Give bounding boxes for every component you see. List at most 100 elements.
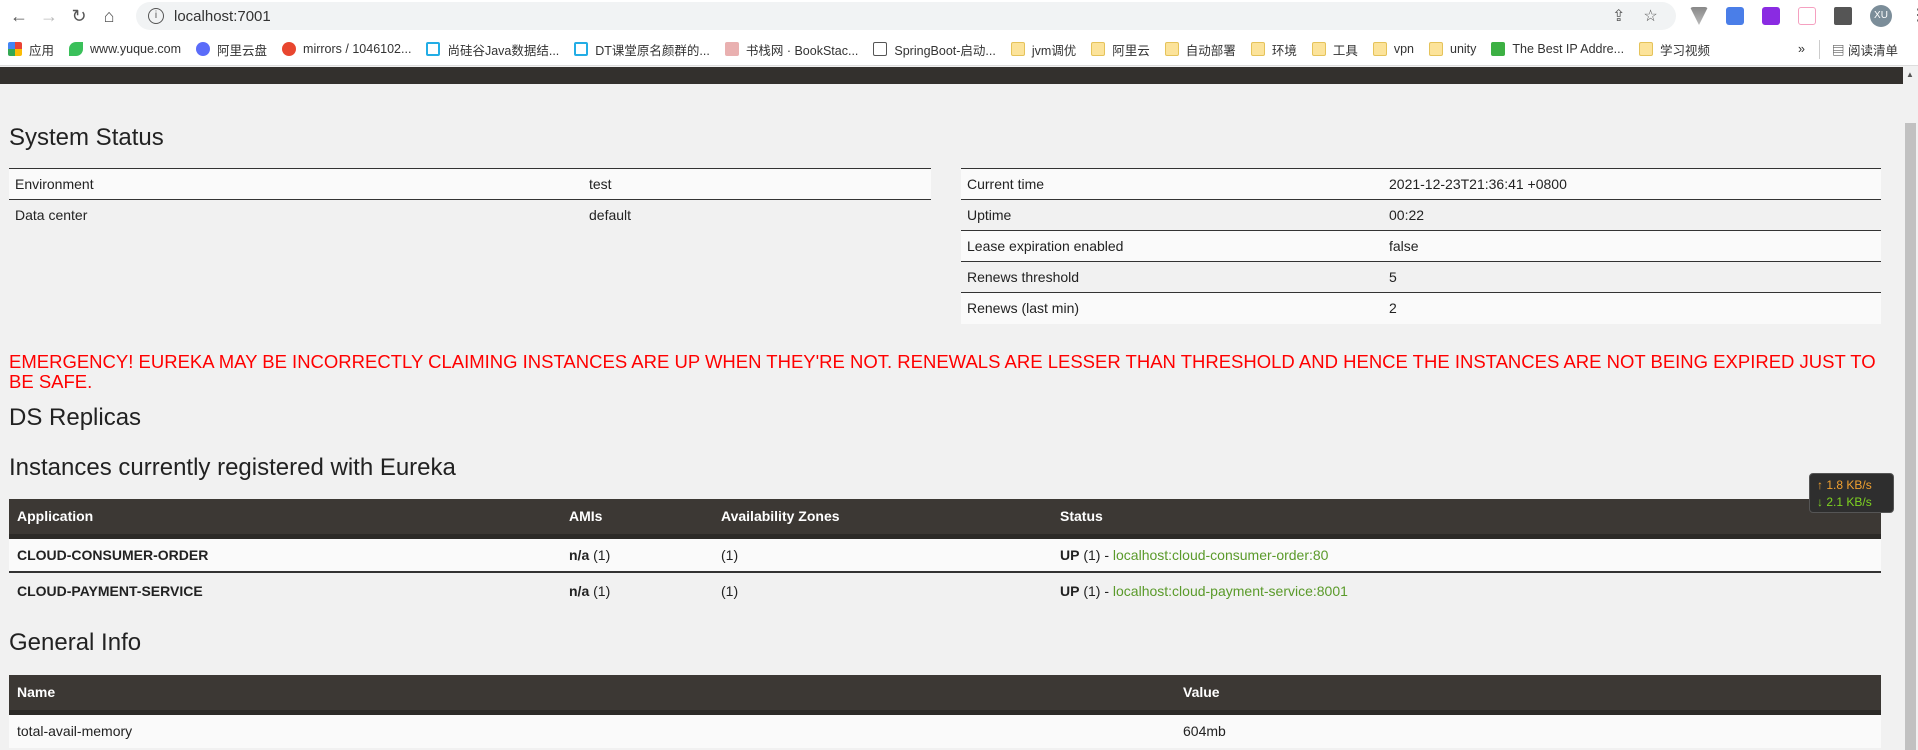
status-value: default [589,207,632,224]
status-value: 00:22 [1389,207,1425,223]
scrollbar-thumb[interactable] [1905,123,1916,750]
system-status-right-table: Current time 2021-12-23T21:36:41 +0800 Upt… [961,168,1881,324]
bookmark-item[interactable]: DT课堂原名颜群的... [574,40,710,59]
bookmark-item[interactable]: vpn [1372,42,1414,56]
reading-list-button[interactable]: ▤ 阅读清单 [1819,39,1898,59]
ds-replicas-title: DS Replicas [9,404,142,431]
star-icon[interactable]: ☆ [1643,6,1657,26]
status-count: (1) - [1083,582,1110,599]
back-icon[interactable]: ← [4,6,34,27]
scroll-up-icon[interactable]: ▲ [1906,70,1914,79]
bookmark-label: DT课堂原名颜群的... [595,43,710,58]
bookmark-item[interactable]: SpringBoot-启动... [873,40,996,59]
status-value: 2021-12-23T21:36:41 +0800 [1389,176,1567,192]
home-icon[interactable]: ⌂ [94,6,124,27]
instance-row: CLOUD-CONSUMER-ORDER n/a (1) (1) UP (1) … [9,536,1881,572]
status-up: UP [1060,582,1080,599]
more-bookmarks-button[interactable]: » [1798,42,1805,56]
status-count: (1) - [1083,546,1110,563]
upload-speed: ↑ 1.8 KB/s [1817,478,1872,492]
page-icon [873,42,888,56]
url-text[interactable]: localhost:7001 [174,8,271,25]
bookmark-item[interactable]: The Best IP Addre... [1491,42,1624,56]
bookmark-label: 学习视频 [1660,43,1711,58]
menu-icon[interactable]: ⋮ [1910,7,1918,25]
bookmark-item[interactable]: www.yuque.com [69,42,181,56]
forward-icon[interactable]: → [34,6,64,27]
address-bar[interactable]: i localhost:7001 [136,2,1676,30]
reload-icon[interactable]: ↻ [64,6,94,27]
status-row: Lease expiration enabled false [961,230,1881,262]
bookmark-item[interactable]: 工具 [1311,40,1358,59]
header-value: Value [1175,675,1881,715]
folder-icon [1250,42,1265,56]
info-value: 604mb [1183,723,1226,740]
bookmark-label: mirrors / 1046102... [303,42,412,56]
bookmark-label: 书栈网 · BookStac... [745,43,859,58]
bookmark-item[interactable]: 尚硅谷Java数据结... [426,40,559,59]
reading-list-label: 阅读清单 [1847,43,1898,58]
bookmark-label: jvm调优 [1031,43,1077,58]
bilibili-icon [426,42,441,56]
download-speed: ↓ 2.1 KB/s [1817,495,1872,509]
bookmark-item[interactable]: jvm调优 [1010,40,1077,59]
folder-icon [1311,42,1326,56]
ip-icon [1491,42,1506,56]
folder-icon [1372,42,1387,56]
instances-title: Instances currently registered with Eure… [9,454,456,481]
status-value: 2 [1389,300,1397,317]
ami-count: (1) [593,582,611,599]
bookmark-label: 尚硅谷Java数据结... [447,43,560,58]
cat-extension-icon[interactable] [1798,7,1816,25]
aliyun-drive-icon [196,42,211,56]
bookmark-item[interactable]: 阿里云 [1091,40,1150,59]
status-key: Current time [967,176,1045,192]
bilibili-icon [574,42,589,56]
general-info-table: Name Value total-avail-memory 604mb [9,675,1881,748]
bookmark-item[interactable]: 应用 [8,40,54,59]
bookmark-item[interactable]: 学习视频 [1639,40,1710,59]
scrollbar[interactable]: ▲ [1903,67,1918,750]
status-value: 5 [1389,269,1397,285]
header-name: Name [9,675,1175,715]
network-speed-widget[interactable]: ↑ 1.8 KB/s ↓ 2.1 KB/s [1809,473,1894,513]
header-availability-zones: Availability Zones [713,499,1052,539]
bookmark-item[interactable]: mirrors / 1046102... [282,42,411,56]
status-value: test [589,176,612,192]
reading-list-icon: ▤ [1832,43,1848,58]
status-key: Lease expiration enabled [967,238,1124,254]
bookmark-item[interactable]: 书栈网 · BookStac... [724,40,859,59]
info-name: total-avail-memory [17,723,133,740]
bookmark-item[interactable]: 阿里云盘 [196,40,267,59]
avatar[interactable]: XU [1870,5,1892,27]
status-key: Renews (last min) [967,300,1080,317]
status-key: Data center [15,207,88,224]
bookmark-label: 阿里云 [1112,43,1150,58]
status-row: Renews threshold 5 [961,261,1881,293]
vue-devtools-icon[interactable] [1690,7,1708,25]
bookmark-label: SpringBoot-启动... [894,43,996,58]
instances-table: Application AMIs Availability Zones Stat… [9,499,1881,608]
bookmark-label: www.yuque.com [90,42,182,56]
yuque-icon [69,42,84,56]
general-info-title: General Info [9,629,142,656]
status-row: Renews (last min) 2 [961,292,1881,324]
availability-zones: (1) [721,582,739,599]
bookmark-label: vpn [1393,42,1414,56]
bookmark-item[interactable]: 自动部署 [1164,40,1236,59]
bookmark-label: 工具 [1332,43,1358,58]
info-icon[interactable]: i [148,8,164,24]
bookmark-item[interactable]: 环境 [1250,40,1297,59]
bookmark-item[interactable]: unity [1429,42,1476,56]
share-icon[interactable]: ⇪ [1612,6,1625,26]
instance-link[interactable]: localhost:cloud-consumer-order:80 [1113,547,1329,563]
eureka-navbar [0,67,1903,84]
extensions-icon[interactable] [1834,7,1852,25]
instance-link[interactable]: localhost:cloud-payment-service:8001 [1113,583,1348,599]
header-status: Status [1052,499,1881,539]
translate-icon[interactable] [1726,7,1744,25]
axure-icon[interactable] [1762,7,1780,25]
folder-icon [1429,42,1443,56]
folder-icon [1010,42,1025,56]
status-row: Data center default [9,199,931,231]
